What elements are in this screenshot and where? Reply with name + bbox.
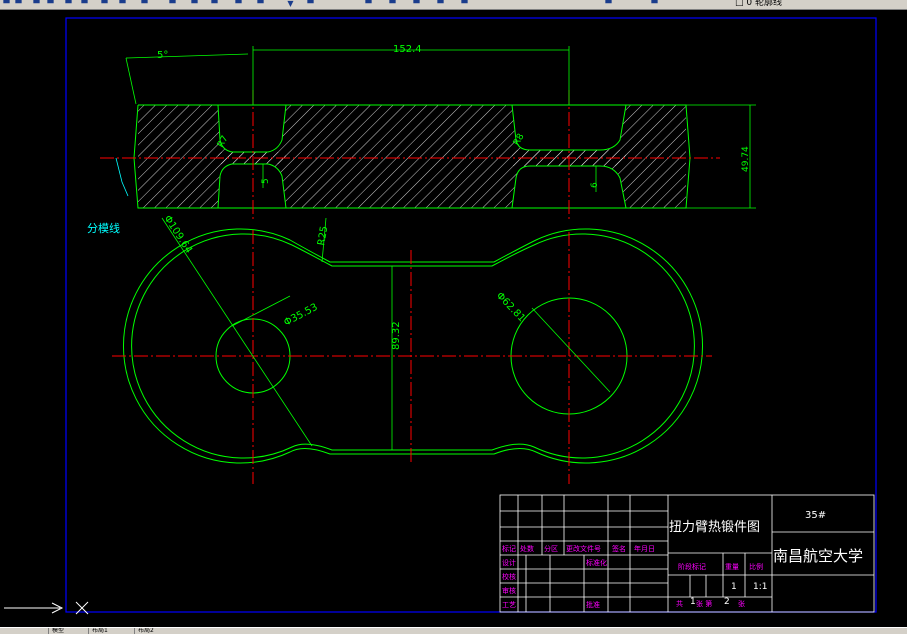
header-mark: 标记 [502, 544, 516, 553]
design-center-icon[interactable]: ▀ [306, 0, 315, 8]
preview-icon[interactable]: ▀ [46, 0, 55, 8]
layer-state-icon[interactable]: ▀ [650, 0, 659, 8]
std-label: 标准化 [586, 558, 607, 567]
layer-dropdown-value[interactable]: □ 0 轮廓线 [735, 0, 782, 8]
dim-angle-5: 5° [157, 50, 168, 61]
school-name: 南昌航空大学 [773, 547, 863, 565]
plan-view [123, 228, 703, 464]
header-zone: 分区 [544, 544, 558, 553]
properties-icon[interactable]: ▼ [286, 0, 295, 8]
brush-icon[interactable]: ▀ [118, 0, 127, 8]
sheet-total-prefix: 共 [676, 599, 683, 608]
calculator-icon[interactable]: ▀ [436, 0, 445, 8]
weight-value: 1 [731, 582, 737, 592]
sheet-total: 1 [690, 597, 696, 607]
zoom-realtime-icon[interactable]: ▀ [210, 0, 219, 8]
role-design: 设计 [502, 558, 516, 567]
dim-5: 5 [261, 178, 271, 184]
zoom-window-icon[interactable]: ▀ [234, 0, 243, 8]
layer-icon[interactable]: ▀ [604, 0, 613, 8]
sheet-total-suffix: 张 第 [696, 599, 712, 608]
header-sign: 签名 [612, 544, 626, 553]
tab-layout2[interactable]: 布局2 [134, 628, 157, 634]
sheet-set-icon[interactable]: ▀ [388, 0, 397, 8]
dim-height-4974: 49.74 [741, 146, 751, 172]
sheet-no-suffix: 张 [738, 599, 745, 608]
section-view [100, 90, 720, 222]
role-process: 工艺 [502, 601, 516, 609]
tab-model[interactable]: 模型 [48, 628, 67, 634]
sheet-no: 2 [724, 597, 730, 607]
header-count: 处数 [520, 544, 534, 553]
save-icon[interactable]: ▀ [14, 0, 23, 8]
role-check: 校核 [502, 572, 516, 581]
standard-toolbar: ▀ ▀ ▀ ▀ ▀ ▀ ▀ ▀ ▀ ▀ ▀ ▀ ▀ ▀ ▼ ▀ ▀ ▀ ▀ ▀ … [0, 0, 907, 10]
scale-label: 比例 [749, 562, 763, 571]
header-date: 年月日 [634, 544, 655, 553]
dim-r25: R25 [316, 225, 330, 246]
tab-layout1[interactable]: 布局1 [88, 628, 111, 634]
parting-line-leader [115, 157, 129, 197]
undo-icon[interactable]: ▀ [140, 0, 149, 8]
paste-icon[interactable]: ▀ [100, 0, 109, 8]
scale-value: 1:1 [753, 582, 767, 592]
parting-line-label: 分模线 [87, 221, 120, 235]
cut-icon[interactable]: ▀ [64, 0, 73, 8]
plan-dimensions [161, 217, 611, 450]
pan-icon[interactable]: ▀ [190, 0, 199, 8]
dim-center-dist: 89.32 [391, 321, 402, 350]
stage-label: 阶段标记 [678, 562, 706, 571]
tool-palette-icon[interactable]: ▀ [364, 0, 373, 8]
dim-6: 6 [590, 182, 600, 188]
header-change-doc: 更改文件号 [566, 544, 601, 553]
markup-icon[interactable]: ▀ [412, 0, 421, 8]
dim-width-152: 152.4 [393, 44, 422, 55]
drawing-title: 扭力臂热锻件图 [669, 520, 760, 535]
weight-label: 重量 [725, 563, 739, 571]
approve-label: 批准 [586, 600, 600, 609]
drawing-number: 35# [805, 510, 826, 521]
redo-icon[interactable]: ▀ [168, 0, 177, 8]
role-review: 审核 [502, 586, 516, 595]
dim-dia-big: Φ109.64 [161, 214, 194, 256]
dim-dia-small: Φ35.53 [282, 302, 319, 329]
zoom-previous-icon[interactable]: ▀ [256, 0, 265, 8]
dim-dia-right: Φ62.81 [494, 290, 527, 324]
copy-icon[interactable]: ▀ [80, 0, 89, 8]
folder-icon[interactable]: ▀ [2, 0, 11, 8]
help-icon[interactable]: ▀ [460, 0, 469, 8]
plan-centerlines [112, 230, 712, 484]
drawing-canvas[interactable]: 152.4 5° 49.74 R7 R8 5 6 分模线 89.32 Φ109.… [0, 10, 907, 627]
print-icon[interactable]: ▀ [32, 0, 41, 8]
